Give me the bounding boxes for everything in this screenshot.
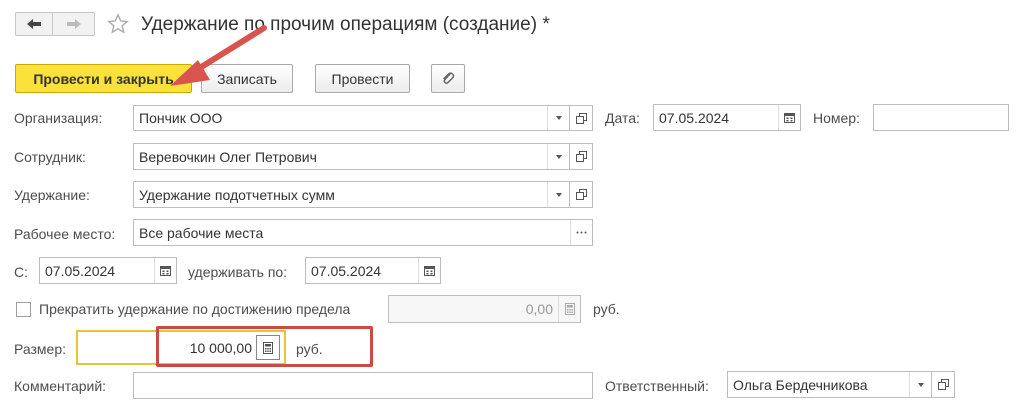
workplace-field[interactable]: Все рабочие места: [133, 219, 593, 246]
annotation-highlight-box: [156, 326, 373, 367]
workplace-value: Все рабочие места: [139, 224, 264, 241]
responsible-dropdown[interactable]: [909, 372, 931, 397]
favorite-star-icon[interactable]: [107, 13, 131, 37]
responsible-field[interactable]: Ольга Бердечникова: [727, 371, 932, 398]
chevron-down-icon: [555, 116, 562, 120]
arrow-left-icon: [27, 19, 41, 29]
employee-dropdown[interactable]: [547, 144, 569, 169]
open-form-icon: [937, 379, 949, 390]
annotation-arrow: [170, 25, 267, 86]
number-field[interactable]: [873, 104, 1009, 131]
stop-limit-checkbox[interactable]: [16, 302, 31, 317]
date-value: 07.05.2024: [659, 109, 730, 126]
stop-limit-calculator-button[interactable]: [558, 296, 580, 322]
until-date-value: 07.05.2024: [311, 262, 382, 279]
date-calendar-button[interactable]: [778, 105, 800, 130]
responsible-label: Ответственный:: [605, 378, 709, 394]
deduction-dropdown[interactable]: [547, 182, 569, 207]
chevron-down-icon: [555, 192, 562, 197]
until-date-field[interactable]: 07.05.2024: [305, 257, 441, 284]
open-form-icon: [575, 151, 587, 162]
organization-open-button[interactable]: [570, 105, 593, 131]
open-form-icon: [575, 189, 587, 200]
calendar-icon: [784, 113, 795, 123]
employee-value: Веревочкин Олег Петрович: [139, 148, 317, 165]
paperclip-icon: [443, 71, 455, 84]
deduction-open-button[interactable]: [570, 181, 593, 208]
stop-limit-label: Прекратить удержание по достижению преде…: [39, 301, 351, 317]
until-label: удерживать по:: [188, 264, 288, 280]
workplace-select-button[interactable]: [570, 220, 592, 245]
from-date-value: 07.05.2024: [45, 262, 116, 279]
deduction-field[interactable]: Удержание подотчетных сумм: [133, 181, 570, 208]
stop-limit-currency: руб.: [593, 301, 620, 317]
calendar-icon: [424, 266, 435, 276]
chevron-down-icon: [917, 382, 924, 387]
amount-label: Размер:: [14, 341, 67, 357]
calculator-icon: [564, 303, 575, 315]
stop-limit-field[interactable]: 0,00: [388, 295, 581, 323]
from-label: С:: [14, 264, 28, 280]
until-calendar-button[interactable]: [418, 258, 440, 283]
organization-field[interactable]: Пончик ООО: [133, 105, 570, 131]
employee-label: Сотрудник:: [14, 149, 86, 165]
organization-dropdown[interactable]: [547, 106, 569, 130]
forward-button[interactable]: [53, 12, 95, 36]
organization-label: Организация:: [14, 110, 103, 126]
open-form-icon: [575, 112, 587, 124]
arrow-right-icon: [66, 19, 81, 29]
calendar-icon: [160, 266, 171, 276]
comment-label: Комментарий:: [14, 378, 107, 394]
date-field[interactable]: 07.05.2024: [653, 104, 801, 131]
workplace-label: Рабочее место:: [14, 226, 116, 242]
post-button[interactable]: Провести: [315, 64, 410, 93]
employee-field[interactable]: Веревочкин Олег Петрович: [133, 143, 570, 170]
deduction-label: Удержание:: [14, 187, 90, 203]
responsible-value: Ольга Бердечникова: [733, 376, 868, 393]
number-label: Номер:: [813, 110, 860, 126]
responsible-open-button[interactable]: [932, 371, 955, 398]
more-icon: [576, 231, 587, 234]
stop-limit-value: 0,00: [525, 301, 553, 317]
from-calendar-button[interactable]: [154, 258, 176, 283]
attach-button[interactable]: [431, 64, 465, 93]
from-date-field[interactable]: 07.05.2024: [39, 257, 177, 284]
back-button[interactable]: [15, 12, 53, 36]
comment-field[interactable]: [133, 372, 593, 399]
deduction-value: Удержание подотчетных сумм: [139, 186, 335, 203]
date-label: Дата:: [605, 110, 640, 126]
organization-value: Пончик ООО: [139, 110, 223, 126]
employee-open-button[interactable]: [570, 143, 593, 170]
chevron-down-icon: [555, 154, 562, 159]
